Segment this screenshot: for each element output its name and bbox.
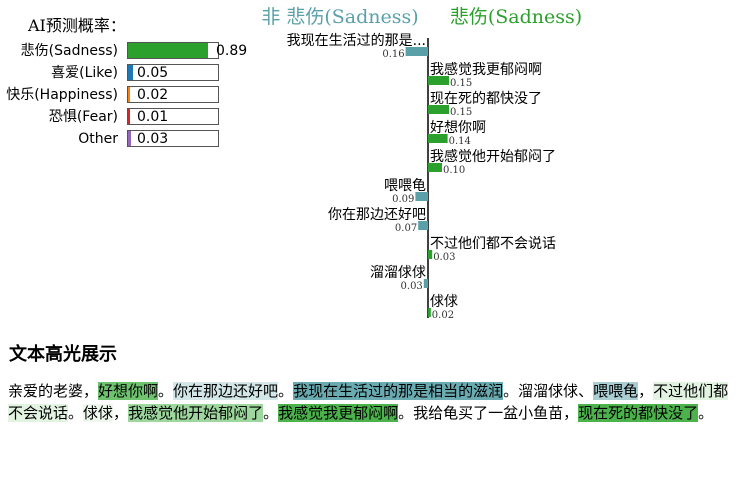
probability-value: 0.89 — [216, 43, 248, 59]
bar-label: 溜溜俅俅 — [370, 265, 426, 281]
text-segment: 亲爱的老婆， — [8, 382, 99, 400]
bar-label: 现在死的都快没了 — [430, 91, 542, 107]
bar-value-label: 0.03 — [401, 281, 423, 292]
probability-value: 0.05 — [137, 65, 169, 81]
bar-value-label: 0.07 — [395, 223, 417, 234]
bar-label: 喂喂龟 — [384, 178, 426, 194]
bar-value-label: 0.14 — [449, 136, 471, 147]
text-segment: ， — [113, 403, 129, 422]
probability-value: 0.02 — [137, 87, 169, 103]
highlighted-phrase: 我感觉我更郁闷啊 — [278, 403, 399, 422]
text-segment: 。 — [158, 382, 174, 400]
bar-label: 我感觉我更郁闷啊 — [430, 61, 542, 78]
probability-bar-fill — [128, 109, 130, 124]
bar-value-label: 0.02 — [432, 310, 454, 321]
highlight-text: 亲爱的老婆，好想你啊。你在那边还好吧。我现在生活过的那是相当的滋润。溜溜俅俅、喂… — [8, 381, 730, 424]
text-segment: 。 — [698, 403, 714, 422]
probability-title: AI预测概率： — [28, 16, 126, 35]
highlighted-phrase: 喂喂龟 — [593, 382, 639, 400]
highlighted-phrase: 好想你啊 — [98, 382, 159, 400]
bar-value-label: 0.15 — [450, 78, 472, 89]
bar-label: 俅俅 — [430, 294, 458, 310]
bar-label: 好想你啊 — [430, 120, 486, 136]
text-segment: ， — [638, 382, 654, 400]
bar-value-label: 0.09 — [392, 194, 414, 205]
probability-bar-fill — [128, 43, 208, 58]
highlighted-phrase: 现在死的都快没了 — [578, 403, 699, 422]
text-segment: 。溜溜俅俅、 — [503, 382, 594, 400]
highlighted-phrase: 俅俅 — [83, 403, 114, 422]
bar-label: 我现在生活过的那是... — [287, 33, 426, 49]
bar-label: 我感觉他开始郁闷了 — [430, 148, 556, 165]
contribution-chart: 非 悲伤(Sadness) 悲伤(Sadness) 我现在生活过的那是...0.16… — [261, 6, 582, 321]
probability-bar-fill — [128, 87, 130, 102]
probability-value: 0.01 — [137, 109, 169, 125]
bar-value-label: 0.16 — [382, 49, 404, 60]
probability-value: 0.03 — [137, 131, 169, 147]
legend-positive-label: 悲伤(Sadness) — [450, 6, 582, 28]
bar-value-label: 0.10 — [443, 165, 465, 176]
probability-label: 快乐(Happiness) — [6, 87, 118, 103]
probability-label: 悲伤(Sadness) — [20, 43, 118, 59]
probability-label: 喜爱(Like) — [51, 65, 118, 81]
legend-negative-label: 非 悲伤(Sadness) — [261, 6, 418, 28]
probability-bar-track — [127, 42, 219, 59]
bar-value-label: 0.03 — [433, 252, 455, 263]
text-segment: 。 — [68, 403, 84, 422]
probability-bar-fill — [128, 131, 131, 146]
probability-label: 恐惧(Fear) — [48, 109, 118, 125]
text-segment: 。 — [278, 382, 294, 400]
highlighted-phrase: 我现在生活过的那是相当的滋润 — [293, 382, 504, 400]
bar-value-label: 0.15 — [450, 107, 472, 118]
bar-label: 你在那边还好吧 — [328, 207, 426, 223]
probability-label: Other — [78, 131, 118, 147]
bar-label: 不过他们都不会说话 — [430, 236, 556, 252]
highlighted-phrase: 你在那边还好吧 — [173, 382, 279, 400]
highlighted-phrase: 我感觉他开始郁闷了 — [128, 403, 264, 422]
highlight-title: 文本高光展示 — [9, 344, 117, 365]
probability-bar-fill — [128, 65, 133, 80]
text-segment: 。我给龟买了一盆小鱼苗， — [398, 403, 579, 422]
text-segment: 。 — [263, 403, 279, 422]
